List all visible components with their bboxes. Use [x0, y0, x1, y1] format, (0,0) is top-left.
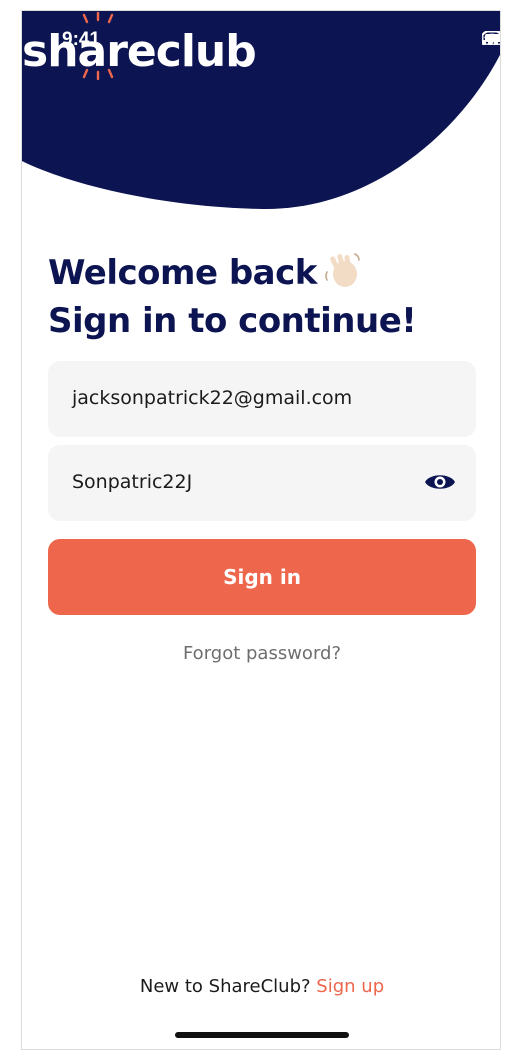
signup-prompt-text: New to ShareClub? [139, 976, 311, 997]
sign-up-link[interactable]: Sign up [316, 976, 384, 997]
header-banner: 9:41 shareclub [22, 11, 500, 211]
password-field[interactable]: Sonpatric22J [48, 445, 476, 521]
logo-text: shareclub [22, 26, 256, 77]
sign-in-button[interactable]: Sign in [48, 539, 476, 615]
heading-text-1: Welcome back [48, 253, 317, 293]
forgot-password-link[interactable]: Forgot password? [22, 643, 500, 664]
shareclub-logo: shareclub [22, 11, 257, 81]
phone-screen: 9:41 shareclub Welcome back Sign in to c… [21, 10, 501, 1050]
eye-icon[interactable] [424, 470, 456, 494]
email-field[interactable]: jacksonpatrick22@gmail.com [48, 361, 476, 437]
heading-line-2: Sign in to continue! [48, 301, 417, 341]
welcome-heading: Welcome back Sign in to continue! [48, 249, 417, 345]
password-value: Sonpatric22J [72, 471, 193, 493]
battery-icon [482, 31, 500, 45]
heading-line-1: Welcome back [48, 249, 416, 297]
waving-hand-icon [325, 253, 360, 287]
home-indicator [175, 1032, 349, 1038]
signup-prompt: New to ShareClub? Sign up [22, 976, 500, 997]
email-value: jacksonpatrick22@gmail.com [72, 387, 353, 409]
